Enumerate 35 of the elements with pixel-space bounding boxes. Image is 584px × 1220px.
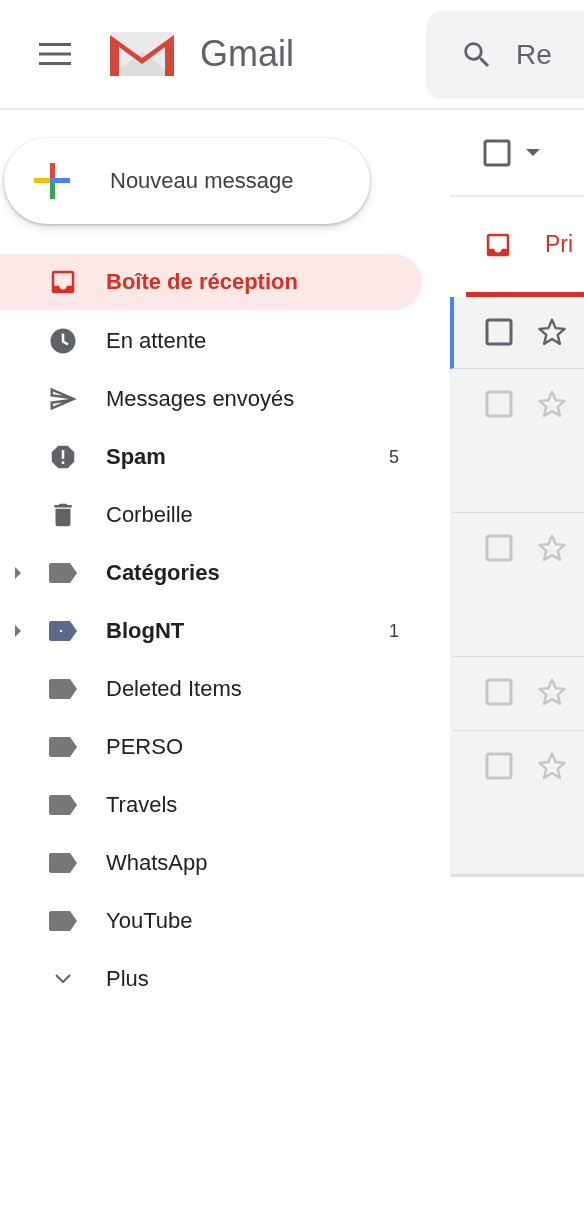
sidebar-item[interactable]: Plus bbox=[0, 950, 422, 1008]
star-icon[interactable] bbox=[536, 316, 568, 348]
search-field[interactable]: Re bbox=[514, 38, 558, 72]
sidebar-item[interactable]: Boîte de réception bbox=[0, 254, 422, 310]
sidebar-item[interactable]: Messages envoyés bbox=[0, 370, 422, 428]
compose-button[interactable]: Nouveau message bbox=[4, 138, 370, 224]
sidebar-item[interactable]: WhatsApp bbox=[0, 834, 422, 892]
checkbox-icon[interactable] bbox=[484, 677, 514, 707]
star-icon[interactable] bbox=[536, 676, 568, 708]
checkbox-icon[interactable] bbox=[484, 751, 514, 781]
clock-icon bbox=[48, 326, 78, 356]
app-name: Gmail bbox=[200, 33, 295, 75]
sidebar-item[interactable]: Deleted Items bbox=[0, 660, 422, 718]
checkbox-icon[interactable] bbox=[484, 533, 514, 563]
message-row[interactable] bbox=[450, 297, 584, 369]
envelope-logo-icon bbox=[108, 30, 176, 78]
star-icon[interactable] bbox=[536, 532, 568, 564]
sidebar-item[interactable]: Catégories bbox=[0, 544, 422, 602]
sidebar-item[interactable]: En attente bbox=[0, 312, 422, 370]
checkbox-icon[interactable] bbox=[484, 317, 514, 347]
sidebar-item[interactable]: Corbeille bbox=[0, 486, 422, 544]
checkbox-icon[interactable] bbox=[484, 389, 514, 419]
caret-right-icon[interactable] bbox=[13, 625, 23, 637]
menu-icon[interactable] bbox=[39, 43, 71, 65]
caret-down-icon[interactable] bbox=[526, 148, 540, 157]
sidebar-item[interactable]: Travels bbox=[0, 776, 422, 834]
sidebar-item[interactable]: Spam 5 bbox=[0, 428, 422, 486]
select-all-checkbox[interactable] bbox=[482, 137, 512, 168]
star-icon[interactable] bbox=[536, 388, 568, 420]
plus-icon bbox=[34, 163, 70, 199]
sidebar-item[interactable]: PERSO bbox=[0, 718, 422, 776]
caret-right-icon[interactable] bbox=[13, 567, 23, 579]
sidebar-item[interactable]: BlogNT 1 bbox=[0, 602, 422, 660]
star-icon[interactable] bbox=[536, 750, 568, 782]
sidebar-item[interactable]: YouTube bbox=[0, 892, 422, 950]
